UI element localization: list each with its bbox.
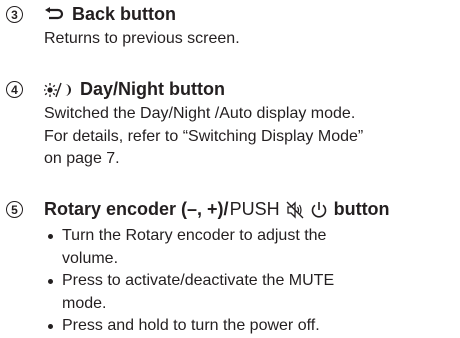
item-heading: Back button [44,4,176,25]
return-arrow-icon [44,6,64,23]
item-number-4: 4 [6,81,23,98]
description-line: Returns to previous screen. [44,30,240,47]
item-title-suffix: button [333,199,390,219]
power-icon [310,201,328,219]
bullet-item: Turn the Rotary encoder to adjust the vo… [44,225,374,270]
item-heading: Day/Night button [44,79,225,100]
item-description: Returns to previous screen. [44,28,454,51]
sun-moon-icon [44,82,72,98]
bullet-item: Press and hold to turn the power off. [44,315,374,338]
item-title: Back button [72,4,177,24]
push-label: PUSH [229,199,280,219]
description-line: on page 7. [44,150,120,167]
bullet-item: Press to activate/deactivate the MUTE mo… [44,270,374,315]
item-heading: Rotary encoder (–, +)/ PUSH button [44,199,390,220]
description-line: For details, refer to “Switching Display… [44,127,364,145]
item-number-5: 5 [6,201,23,218]
description-line: Switched the Day/Night /Auto display mod… [44,105,356,122]
item-description: Switched the Day/Night /Auto display mod… [44,103,454,171]
bullet-list: Turn the Rotary encoder to adjust the vo… [44,225,374,338]
item-description: Turn the Rotary encoder to adjust the vo… [44,225,374,338]
item-number-3: 3 [6,6,23,23]
item-title: Rotary encoder (–, +)/ [44,199,229,219]
mute-speaker-icon [286,200,304,219]
item-title: Day/Night button [80,79,225,99]
